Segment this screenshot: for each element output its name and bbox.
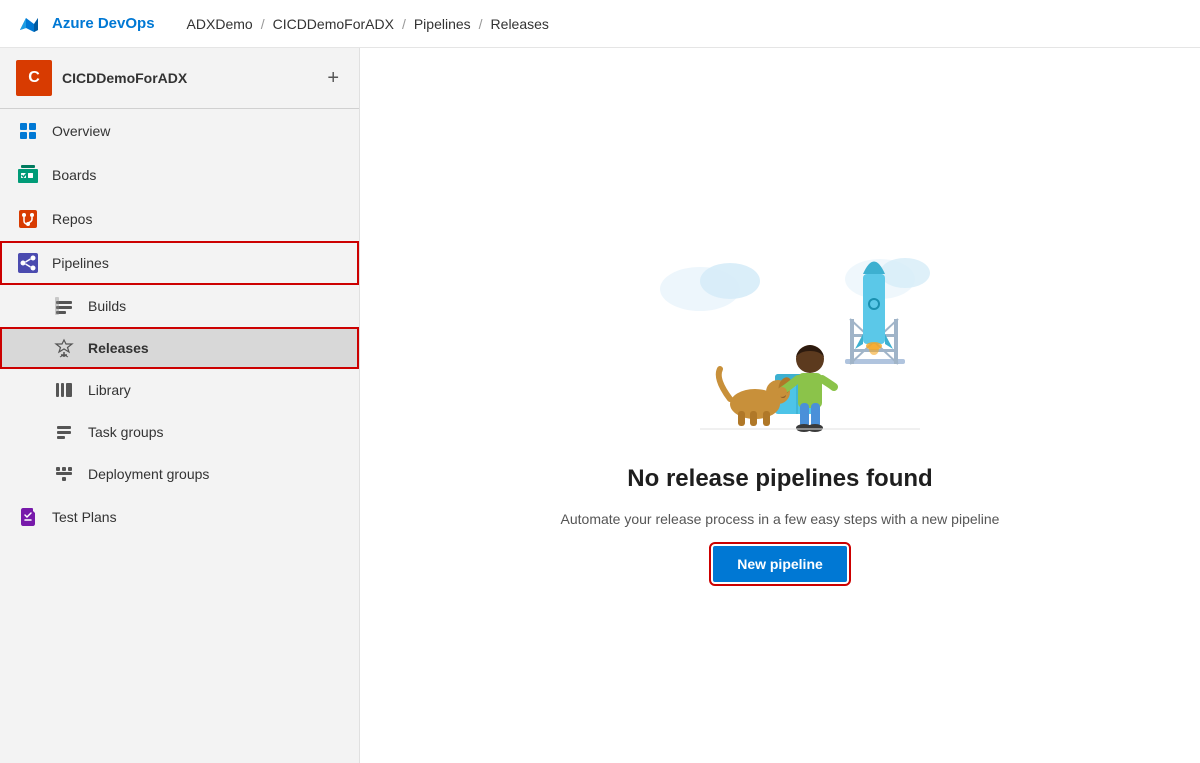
breadcrumb-pipelines[interactable]: Pipelines — [414, 16, 471, 32]
overview-icon — [16, 119, 40, 143]
sidebar-item-releases[interactable]: Releases — [0, 327, 359, 369]
logo[interactable]: Azure DevOps — [16, 10, 155, 38]
sidebar-item-pipelines[interactable]: Pipelines — [0, 241, 359, 285]
azure-devops-logo-icon — [16, 10, 44, 38]
empty-state-title: No release pipelines found — [627, 465, 932, 493]
sidebar-item-builds[interactable]: Builds — [0, 285, 359, 327]
main-layout: C CICDDemoForADX + Overview — [0, 48, 1200, 763]
sidebar-item-testplans[interactable]: Test Plans — [0, 495, 359, 539]
top-bar: Azure DevOps ADXDemo / CICDDemoForADX / … — [0, 0, 1200, 48]
sidebar-item-taskgroups-label: Task groups — [88, 424, 163, 440]
sidebar-item-builds-label: Builds — [88, 298, 126, 314]
sidebar-item-overview[interactable]: Overview — [0, 109, 359, 153]
logo-text: Azure DevOps — [52, 15, 155, 32]
sidebar-item-testplans-label: Test Plans — [52, 509, 117, 525]
sidebar-item-releases-label: Releases — [88, 340, 149, 356]
breadcrumb-sep-1: / — [261, 16, 265, 32]
breadcrumb-releases[interactable]: Releases — [491, 16, 549, 32]
builds-icon — [52, 294, 76, 318]
sidebar-item-taskgroups[interactable]: Task groups — [0, 411, 359, 453]
sidebar-item-repos[interactable]: Repos — [0, 197, 359, 241]
add-project-button[interactable]: + — [323, 63, 343, 94]
releases-icon — [52, 336, 76, 360]
repos-icon — [16, 207, 40, 231]
library-icon — [52, 378, 76, 402]
breadcrumb: ADXDemo / CICDDemoForADX / Pipelines / R… — [187, 16, 549, 32]
breadcrumb-sep-3: / — [479, 16, 483, 32]
project-name: CICDDemoForADX — [62, 70, 313, 86]
sidebar-item-overview-label: Overview — [52, 123, 110, 139]
sidebar-item-deploygroups[interactable]: Deployment groups — [0, 453, 359, 495]
sidebar-item-repos-label: Repos — [52, 211, 92, 227]
deploygroups-icon — [52, 462, 76, 486]
boards-icon — [16, 163, 40, 187]
project-header: C CICDDemoForADX + — [0, 48, 359, 109]
content-area: No release pipelines found Automate your… — [360, 48, 1200, 763]
empty-state: No release pipelines found Automate your… — [561, 229, 1000, 582]
sidebar-item-deploygroups-label: Deployment groups — [88, 466, 209, 482]
empty-state-illustration — [620, 229, 940, 449]
empty-state-subtitle: Automate your release process in a few e… — [561, 509, 1000, 530]
sidebar-item-boards[interactable]: Boards — [0, 153, 359, 197]
new-pipeline-button[interactable]: New pipeline — [713, 546, 847, 582]
sidebar-item-pipelines-label: Pipelines — [52, 255, 109, 271]
pipelines-icon — [16, 251, 40, 275]
sidebar-item-library-label: Library — [88, 382, 131, 398]
sidebar-item-boards-label: Boards — [52, 167, 96, 183]
breadcrumb-adxdemo[interactable]: ADXDemo — [187, 16, 253, 32]
sidebar-item-library[interactable]: Library — [0, 369, 359, 411]
testplans-icon — [16, 505, 40, 529]
breadcrumb-cicd[interactable]: CICDDemoForADX — [273, 16, 394, 32]
project-avatar: C — [16, 60, 52, 96]
sidebar: C CICDDemoForADX + Overview — [0, 48, 360, 763]
taskgroups-icon — [52, 420, 76, 444]
breadcrumb-sep-2: / — [402, 16, 406, 32]
